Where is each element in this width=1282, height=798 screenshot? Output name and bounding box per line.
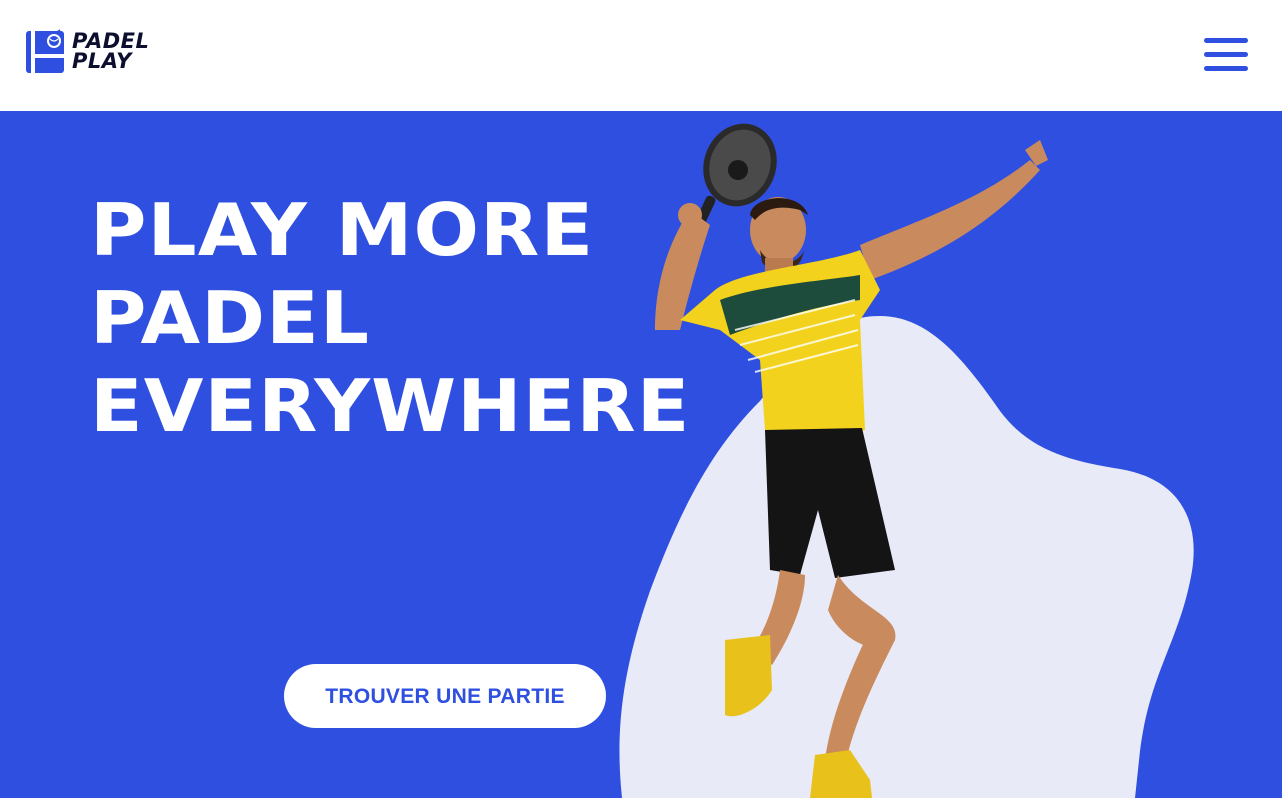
- site-header: PADEL PLAY: [0, 0, 1282, 111]
- logo-line-2: PLAY: [72, 49, 132, 73]
- headline-line-3: EVERYWHERE: [90, 364, 691, 448]
- menu-bar-middle: [1204, 52, 1248, 57]
- logo-wordmark: PADEL PLAY: [72, 29, 150, 73]
- headline-line-2: PADEL: [90, 276, 371, 360]
- padel-play-logo[interactable]: PADEL PLAY: [26, 28, 149, 74]
- hamburger-menu-icon[interactable]: [1204, 38, 1248, 72]
- padel-player-jumping-photo: [655, 123, 1048, 798]
- padel-court-ball-icon: [26, 28, 66, 74]
- logo-line-1: PADEL: [72, 29, 150, 53]
- headline-line-1: PLAY MORE: [90, 188, 595, 272]
- hero-headline: PLAY MORE PADEL EVERYWHERE: [90, 186, 691, 450]
- menu-bar-top: [1204, 38, 1248, 43]
- menu-bar-bottom: [1204, 66, 1248, 71]
- find-game-button[interactable]: TROUVER UNE PARTIE: [284, 664, 606, 728]
- hero-section: PLAY MORE PADEL EVERYWHERE TROUVER UNE P…: [0, 111, 1282, 798]
